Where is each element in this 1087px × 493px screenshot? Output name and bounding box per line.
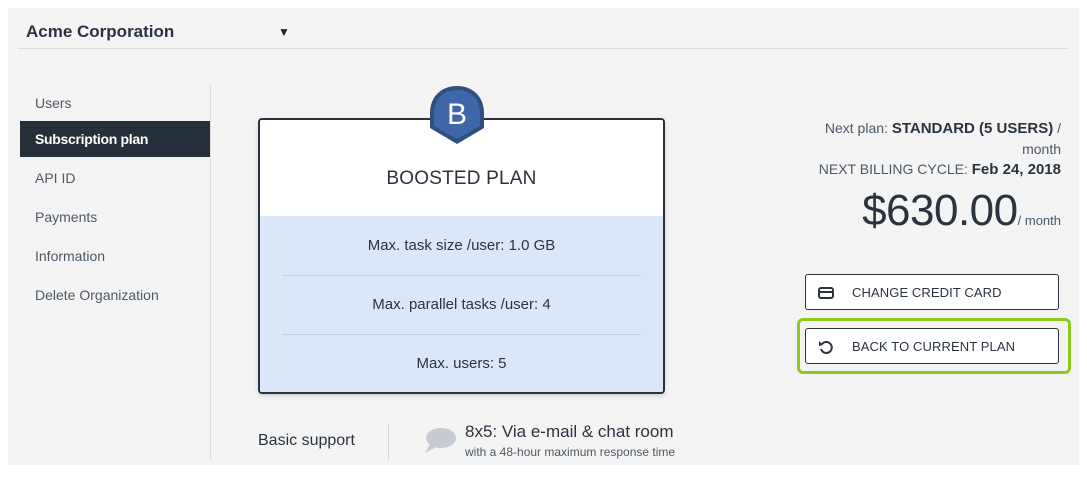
- organization-name: Acme Corporation: [26, 22, 175, 41]
- next-plan-suffix: /: [1053, 120, 1061, 136]
- next-plan-prefix: Next plan:: [824, 120, 892, 136]
- sidebar-item-api-id[interactable]: API ID: [20, 160, 210, 196]
- back-to-current-plan-label: BACK TO CURRENT PLAN: [852, 339, 1016, 354]
- plan-features: Max. task size /user: 1.0 GB Max. parall…: [260, 216, 663, 392]
- sidebar-item-delete-organization[interactable]: Delete Organization: [20, 277, 210, 313]
- plan-feature-max-users: Max. users: 5: [416, 355, 507, 372]
- organization-selector[interactable]: Acme Corporation ▼: [18, 14, 1068, 49]
- price-amount: $630.00: [862, 186, 1018, 235]
- billing-cycle-date: Feb 24, 2018: [971, 161, 1061, 178]
- sidebar-item-users[interactable]: Users: [20, 85, 210, 121]
- plan-card: BOOSTED PLAN Max. task size /user: 1.0 G…: [258, 118, 665, 394]
- plan-badge-icon: B: [430, 86, 484, 144]
- sidebar-item-subscription-plan[interactable]: Subscription plan: [20, 121, 210, 157]
- next-plan-period: month: [1022, 141, 1061, 157]
- billing-summary: Next plan: STANDARD (5 USERS) / month NE…: [761, 118, 1061, 236]
- change-credit-card-label: CHANGE CREDIT CARD: [852, 285, 1002, 300]
- price-period: / month: [1017, 213, 1061, 228]
- support-info: Basic support 8x5: Via e-mail & chat roo…: [258, 422, 758, 462]
- plan-feature-parallel-tasks: Max. parallel tasks /user: 4: [282, 275, 641, 335]
- support-main-text: 8x5: Via e-mail & chat room: [465, 422, 674, 441]
- next-plan-name: STANDARD (5 USERS): [891, 120, 1054, 137]
- plan-badge-letter: B: [447, 98, 467, 131]
- sidebar-item-payments[interactable]: Payments: [20, 199, 210, 235]
- billing-cycle-prefix: NEXT BILLING CYCLE:: [818, 161, 972, 177]
- chevron-down-icon[interactable]: ▼: [278, 25, 290, 39]
- support-sub-text: with a 48-hour maximum response time: [465, 445, 676, 459]
- support-divider: [388, 424, 389, 460]
- undo-icon: [819, 341, 833, 354]
- billing-cycle-line: NEXT BILLING CYCLE: Feb 24, 2018: [761, 159, 1061, 180]
- support-label: Basic support: [258, 432, 355, 449]
- chat-bubble-icon: [425, 428, 456, 453]
- price-line: $630.00/ month: [761, 186, 1061, 236]
- plan-title: BOOSTED PLAN: [386, 168, 537, 189]
- change-credit-card-button[interactable]: CHANGE CREDIT CARD: [805, 274, 1059, 310]
- sidebar: Users Subscription plan API ID Payments …: [20, 85, 211, 460]
- credit-card-icon: [818, 287, 834, 299]
- next-plan-line: Next plan: STANDARD (5 USERS) /: [761, 118, 1061, 139]
- plan-feature-task-size: Max. task size /user: 1.0 GB: [282, 216, 641, 276]
- sidebar-item-information[interactable]: Information: [20, 238, 210, 274]
- back-to-current-plan-button[interactable]: BACK TO CURRENT PLAN: [805, 328, 1059, 364]
